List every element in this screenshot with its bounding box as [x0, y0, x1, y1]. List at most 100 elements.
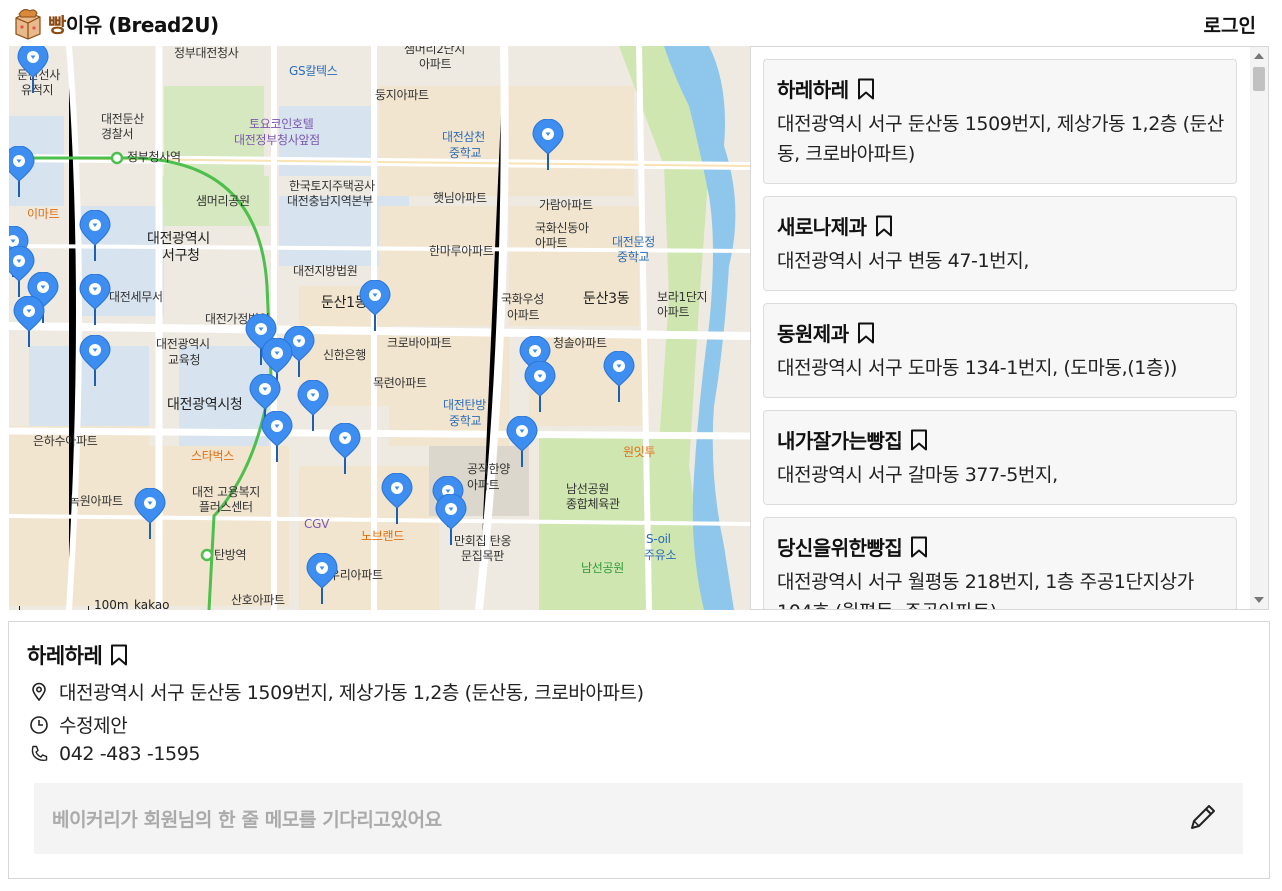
detail-hours-row: 수정제안 [29, 711, 128, 738]
bakery-name: 새로나제과 [777, 215, 867, 239]
location-pin-icon [32, 682, 46, 701]
map-label: 플러스센터 [199, 500, 253, 514]
bakery-address: 대전광역시 서구 월평동 218번지, 1층 주공1단지상가 104호 (월평동… [777, 571, 1194, 609]
map-label: 국화우성 [501, 292, 544, 306]
map-label: 정부대전청사 [174, 46, 239, 60]
bakery-map-pin-icon[interactable] [603, 350, 635, 403]
bakery-list-item[interactable]: 하레하레대전광역시 서구 둔산동 1509번지, 제상가동 1,2층 (둔산동,… [763, 59, 1237, 184]
map-label: CGV [304, 517, 329, 531]
bakery-map-pin-icon[interactable] [359, 279, 391, 332]
bakery-map-pin-icon[interactable] [524, 360, 556, 413]
scroll-thumb[interactable] [1253, 67, 1265, 91]
bakery-map-pin-icon[interactable] [17, 46, 49, 94]
map-label: 종합체육관 [566, 497, 620, 511]
scroll-up-arrow-icon[interactable] [1254, 53, 1264, 59]
map-view[interactable]: 정부대전청사 샘머리2단지 아파트 둔산선사 유적지 GS칼텍스 둥지아파트 대… [9, 46, 750, 610]
detail-address: 대전광역시 서구 둔산동 1509번지, 제상가동 1,2층 (둔산동, 크로바… [59, 682, 644, 704]
map-label: 토요코인호텔 [249, 117, 314, 131]
scroll-down-arrow-icon[interactable] [1254, 597, 1264, 603]
map-label: 녹원아파트 [69, 494, 123, 508]
bookmark-icon[interactable] [910, 429, 928, 451]
bakery-map-pin-icon[interactable] [9, 145, 35, 198]
bakery-map-pin-icon[interactable] [79, 209, 111, 262]
map-label: 중학교 [449, 414, 482, 428]
bookmark-icon[interactable] [910, 536, 928, 558]
map-label: 주유소 [644, 548, 677, 562]
map-label: 신한은행 [323, 348, 366, 362]
map-label: 크로바아파트 [387, 336, 452, 350]
list-scrollbar[interactable] [1250, 47, 1268, 609]
bookmark-icon[interactable] [110, 644, 128, 666]
bakery-map-pin-icon[interactable] [329, 422, 361, 475]
bakery-map-pin-icon[interactable] [134, 487, 166, 540]
bakery-address: 대전광역시 서구 변동 47-1번지, [777, 250, 1029, 272]
map-label: 보라1단지 [657, 290, 708, 304]
map-copyright[interactable]: kakao [134, 598, 170, 610]
map-label: 대전광역시 [156, 337, 210, 351]
bookmark-icon[interactable] [857, 322, 875, 344]
detail-address-row: 대전광역시 서구 둔산동 1509번지, 제상가동 1,2층 (둔산동, 크로바… [29, 678, 644, 705]
bakery-map-pin-icon[interactable] [261, 410, 293, 463]
map-label: 대전세무서 [109, 290, 163, 304]
map-label: 은하수아파트 [33, 434, 98, 448]
bakery-name-row: 당신을위한빵집 [777, 532, 1224, 561]
bakery-list-panel[interactable]: 하레하레대전광역시 서구 둔산동 1509번지, 제상가동 1,2층 (둔산동,… [750, 46, 1269, 610]
edit-suggestion-link[interactable]: 수정제안 [59, 711, 128, 738]
top-bar: 빵이유 (Bread2U) 로그인 [0, 0, 1282, 46]
bakery-map-pin-icon[interactable] [306, 552, 338, 605]
bakery-map-pin-icon[interactable] [381, 472, 413, 525]
bakery-map-pin-icon[interactable] [79, 334, 111, 387]
bookmark-icon[interactable] [857, 78, 875, 100]
map-label: 샘머리공원 [196, 194, 250, 208]
map-label: 남선공원 [566, 482, 609, 496]
bakery-name-row: 하레하레 [777, 74, 1224, 103]
map-label: 경찰서 [101, 127, 134, 141]
bakery-address: 대전광역시 서구 도마동 134-1번지, (도마동,(1층)) [777, 357, 1178, 379]
detail-title: 하레하레 [27, 640, 128, 670]
bakery-address: 대전광역시 서구 둔산동 1509번지, 제상가동 1,2층 (둔산동, 크로바… [777, 113, 1224, 165]
bakery-detail-panel: 하레하레 대전광역시 서구 둔산동 1509번지, 제상가동 1,2층 (둔산동… [8, 621, 1270, 879]
brand-title[interactable]: 빵이유 (Bread2U) [48, 9, 219, 38]
login-button[interactable]: 로그인 [1204, 11, 1256, 38]
pencil-edit-icon[interactable] [1187, 801, 1219, 833]
bakery-name-row: 내가잘가는빵집 [777, 425, 1224, 454]
bakery-list-item[interactable]: 당신을위한빵집대전광역시 서구 월평동 218번지, 1층 주공1단지상가 10… [763, 517, 1237, 609]
bakery-map-pin-icon[interactable] [13, 295, 45, 348]
map-label: 대전정부청사앞점 [234, 133, 320, 147]
bookmark-icon[interactable] [875, 215, 893, 237]
map-label: 중학교 [617, 250, 650, 264]
map-label: 청솔아파트 [553, 336, 607, 350]
map-label: 둔산3동 [583, 291, 630, 307]
detail-name: 하레하레 [27, 644, 103, 668]
memo-input[interactable]: 베이커리가 회원님의 한 줄 메모를 기다리고있어요 [34, 783, 1243, 854]
bakery-list-item[interactable]: 새로나제과대전광역시 서구 변동 47-1번지, [763, 196, 1237, 291]
map-label: 둥지아파트 [375, 88, 429, 102]
map-scale-label: 100m [94, 598, 129, 610]
bread-box-logo-icon[interactable] [10, 6, 44, 40]
bakery-name: 당신을위한빵집 [777, 536, 903, 560]
brand-rest-text: 이유 (Bread2U) [65, 13, 219, 37]
bakery-list-item[interactable]: 동원제과 대전광역시 서구 도마동 134-1번지, (도마동,(1층)) [763, 303, 1237, 398]
map-label: 목련아파트 [373, 376, 427, 390]
bakery-name: 내가잘가는빵집 [777, 429, 903, 453]
map-label: 햇님아파트 [433, 191, 487, 205]
map-scale-bar [19, 606, 89, 610]
map-label: 아파트 [507, 308, 540, 322]
bakery-address: 대전광역시 서구 갈마동 377-5번지, [777, 464, 1058, 486]
bakery-list: 하레하레대전광역시 서구 둔산동 1509번지, 제상가동 1,2층 (둔산동,… [763, 59, 1237, 609]
map-label: 대전충남지역본부 [287, 194, 373, 208]
map-label: 대전지방법원 [293, 264, 358, 278]
detail-phone[interactable]: 042 -483 -1595 [59, 743, 200, 765]
map-label: 아파트 [657, 305, 690, 319]
brand-accent-text: 빵 [48, 13, 66, 37]
bakery-map-pin-icon[interactable] [435, 493, 467, 546]
map-label: 교육청 [168, 353, 201, 367]
bakery-map-pin-icon[interactable] [79, 273, 111, 326]
bakery-list-item[interactable]: 내가잘가는빵집대전광역시 서구 갈마동 377-5번지, [763, 410, 1237, 505]
bakery-map-pin-icon[interactable] [297, 379, 329, 432]
map-label: 국화신동아 [535, 221, 589, 235]
bakery-map-pin-icon[interactable] [506, 415, 538, 468]
map-label: 문집목판 [461, 549, 504, 563]
bakery-map-pin-icon[interactable] [532, 118, 564, 171]
map-label: 대전탄방 [443, 398, 486, 412]
